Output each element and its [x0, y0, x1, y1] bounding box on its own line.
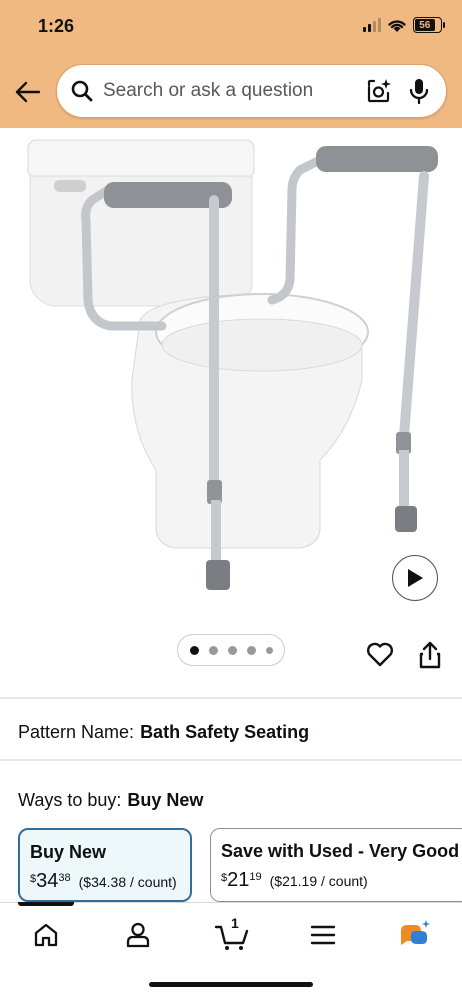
nav-active-indicator	[18, 902, 74, 906]
ways-to-buy: Ways to buy: Buy New	[18, 790, 203, 811]
buy-option-used[interactable]: Save with Used - Very Good $ 21 19 ($21.…	[210, 828, 462, 902]
divider	[0, 697, 462, 699]
heart-icon	[366, 642, 394, 667]
divider	[0, 759, 462, 761]
rufus-assistant-icon	[401, 920, 430, 945]
nav-home[interactable]	[26, 917, 66, 953]
ways-to-buy-label: Ways to buy:	[18, 790, 122, 810]
microphone-icon[interactable]	[406, 76, 432, 106]
home-icon	[34, 923, 58, 947]
pattern-label: Pattern Name:	[18, 722, 135, 742]
buy-option-title: Save with Used - Very Good	[221, 841, 460, 861]
camera-lens-icon[interactable]	[364, 76, 394, 106]
pattern-value: Bath Safety Seating	[140, 722, 310, 742]
play-icon	[408, 569, 423, 587]
pagination-dot[interactable]	[208, 645, 218, 655]
buy-option-title: Buy New	[30, 842, 107, 862]
home-indicator	[149, 982, 313, 987]
nav-account[interactable]	[118, 917, 158, 953]
status-time: 1:26	[38, 16, 75, 36]
wifi-icon	[388, 19, 406, 32]
play-video-button[interactable]	[392, 555, 438, 601]
pagination-dot[interactable]	[246, 645, 256, 655]
price-whole: 34	[36, 870, 59, 892]
nav-cart[interactable]: 1	[212, 915, 252, 953]
back-arrow-icon	[15, 81, 41, 103]
nav-menu[interactable]	[303, 917, 343, 953]
wishlist-button[interactable]	[366, 641, 394, 669]
share-button[interactable]	[417, 640, 443, 670]
unit-price: ($21.19 / count)	[269, 873, 368, 889]
share-icon	[419, 641, 441, 669]
status-icons: 56	[363, 17, 445, 33]
battery-level: 56	[415, 19, 435, 31]
buy-option-price: $ 34 38 ($34.38 / count)	[30, 871, 180, 891]
cart-count: 1	[231, 915, 239, 931]
pagination-dot-active[interactable]	[189, 645, 199, 655]
unit-price: ($34.38 / count)	[78, 874, 177, 890]
buy-option-new[interactable]: Buy New $ 34 38 ($34.38 / count)	[18, 828, 192, 902]
person-icon	[126, 922, 150, 948]
nav-rufus[interactable]	[394, 917, 434, 953]
price-fraction: 38	[58, 872, 71, 884]
product-image[interactable]	[0, 128, 462, 628]
buy-option-price: $ 21 19 ($21.19 / count)	[221, 870, 459, 890]
menu-icon	[310, 925, 336, 945]
search-icon	[69, 78, 95, 104]
ways-to-buy-value: Buy New	[127, 790, 204, 810]
search-bar[interactable]: Search or ask a question	[56, 64, 447, 118]
signal-icon	[363, 18, 381, 32]
pagination-dot[interactable]	[265, 646, 273, 654]
image-pagination[interactable]	[177, 634, 285, 666]
price-whole: 21	[227, 869, 250, 891]
price-fraction: 19	[249, 871, 262, 883]
pattern-name: Pattern Name: Bath Safety Seating	[18, 722, 309, 743]
back-button[interactable]	[12, 76, 44, 108]
battery-icon: 56	[413, 17, 445, 33]
pagination-dot[interactable]	[227, 645, 237, 655]
search-input[interactable]: Search or ask a question	[103, 80, 364, 102]
header: 1:26 56 Search or ask a question	[0, 0, 462, 128]
